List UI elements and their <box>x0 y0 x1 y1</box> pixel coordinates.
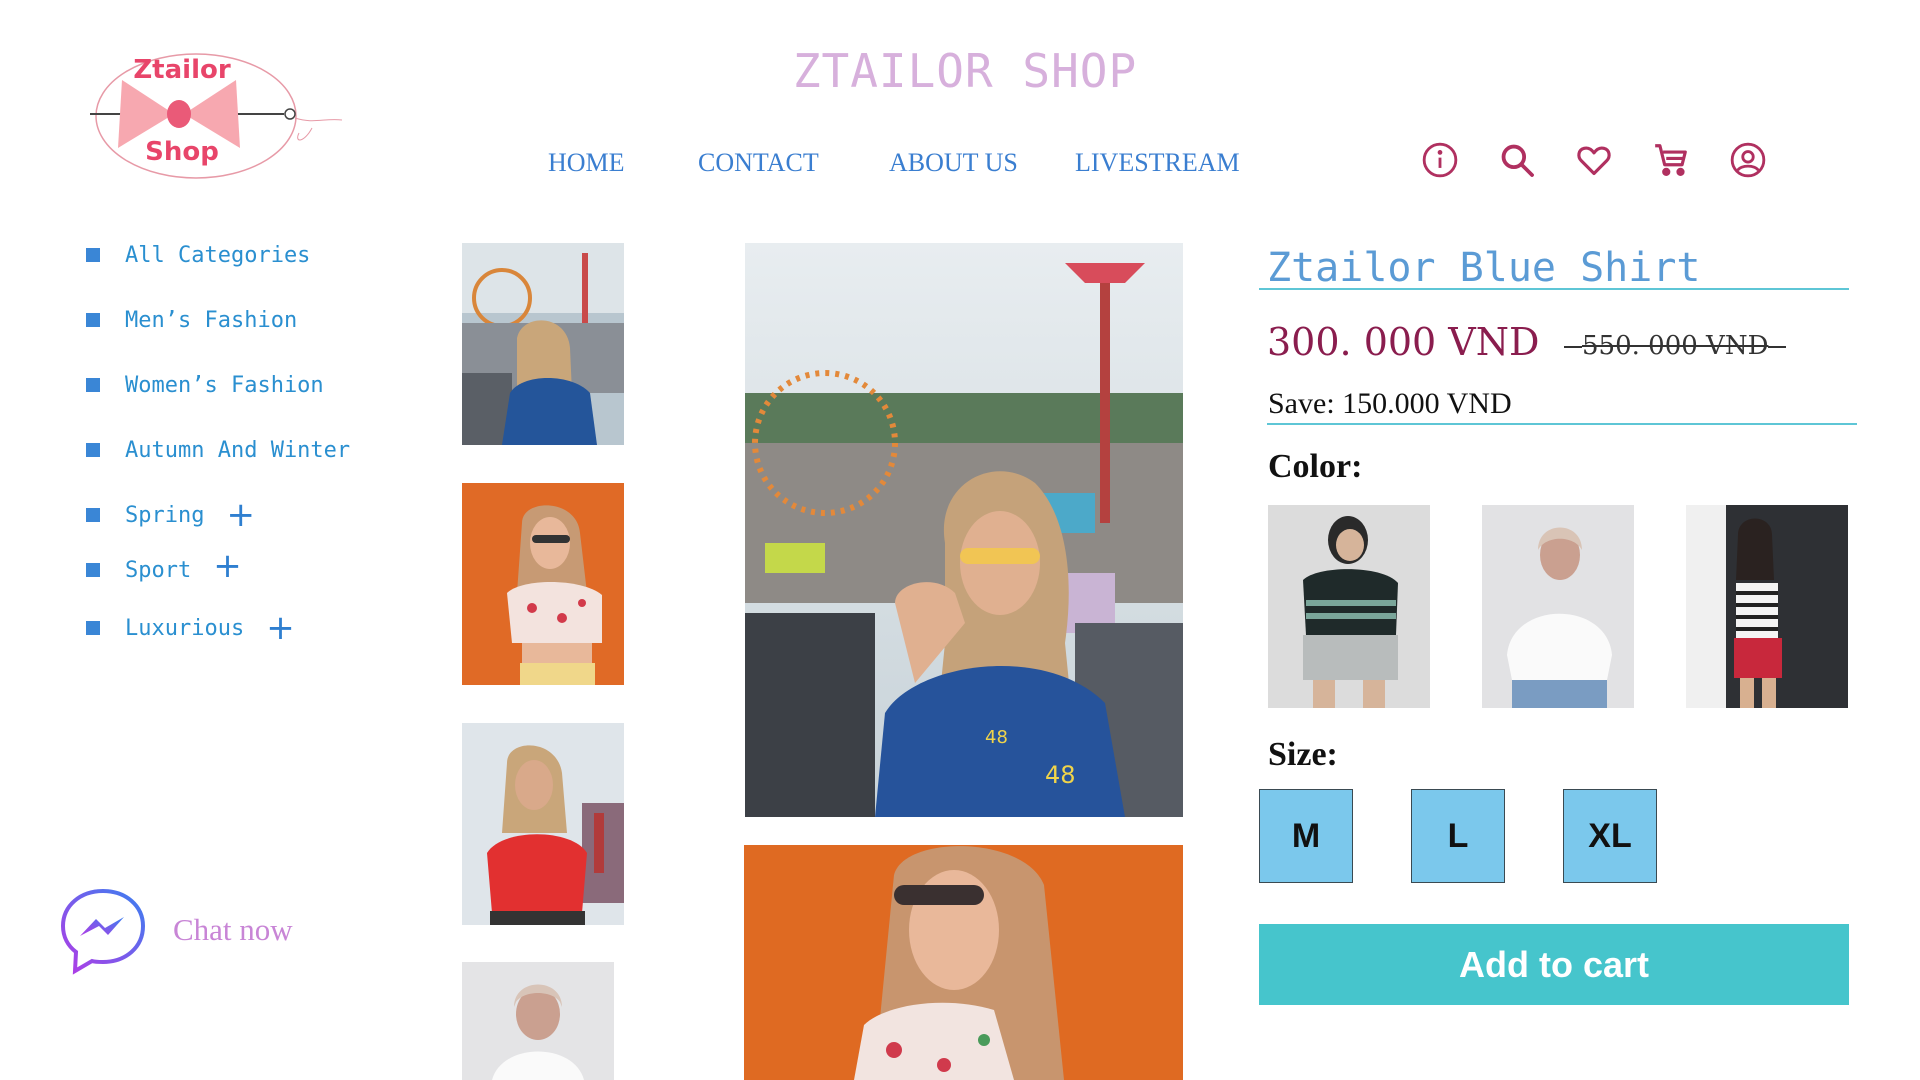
svg-text:48: 48 <box>985 727 1008 748</box>
heart-icon[interactable] <box>1575 141 1613 179</box>
main-photo-orange-floral-top <box>744 845 1183 1080</box>
original-price-text: 550. 000 VND <box>1582 331 1769 361</box>
thumbnail-red-top-fair[interactable] <box>462 723 624 925</box>
bullet-square <box>86 621 100 635</box>
expand-plus-icon[interactable]: + <box>226 498 255 532</box>
original-price: 550. 000 VND <box>1564 331 1786 361</box>
expand-plus-icon[interactable]: + <box>266 611 295 645</box>
category-all[interactable]: All Categories <box>86 240 310 270</box>
bullet-square <box>86 508 100 522</box>
add-to-cart-button[interactable]: Add to cart <box>1259 924 1849 1005</box>
nav-livestream[interactable]: LIVESTREAM <box>1075 148 1240 178</box>
size-button-l[interactable]: L <box>1411 789 1505 883</box>
size-label: Size: <box>1268 736 1338 773</box>
product-price: 300. 000 VND <box>1267 320 1540 364</box>
nav-home[interactable]: HOME <box>548 148 625 178</box>
category-mens-fashion[interactable]: Men’s Fashion <box>86 305 297 335</box>
category-label: Women’s Fashion <box>125 372 324 398</box>
category-label: Men’s Fashion <box>125 307 298 333</box>
category-label: Sport <box>125 557 192 583</box>
thumbnail-white-shirt-headscarf[interactable] <box>462 962 614 1080</box>
category-spring[interactable]: Spring + <box>86 498 255 532</box>
bullet-square <box>86 248 100 262</box>
category-label: All Categories <box>125 242 311 268</box>
savings-text: Save: 150.000 VND <box>1268 387 1512 420</box>
category-luxurious[interactable]: Luxurious + <box>86 611 295 645</box>
bullet-square <box>86 563 100 577</box>
category-label: Autumn And Winter <box>125 437 351 463</box>
cart-icon[interactable] <box>1652 141 1690 179</box>
category-womens-fashion[interactable]: Women’s Fashion <box>86 370 324 400</box>
search-icon[interactable] <box>1498 141 1536 179</box>
color-label: Color: <box>1268 448 1363 485</box>
thumbnail-amusement-park-blue-shirt[interactable] <box>462 243 624 445</box>
size-button-m[interactable]: M <box>1259 789 1353 883</box>
chat-now-link[interactable]: Chat now <box>173 912 293 948</box>
info-icon[interactable] <box>1421 141 1459 179</box>
bullet-square <box>86 378 100 392</box>
category-label: Luxurious <box>125 615 245 641</box>
svg-text:48: 48 <box>1045 761 1076 789</box>
messenger-icon[interactable] <box>58 885 148 977</box>
nav-contact[interactable]: CONTACT <box>698 148 819 178</box>
category-autumn-winter[interactable]: Autumn And Winter <box>86 435 350 465</box>
color-option-white[interactable] <box>1482 505 1634 708</box>
category-sport[interactable]: Sport + <box>86 549 242 585</box>
product-title: Ztailor Blue Shirt <box>1267 245 1701 291</box>
price-divider <box>1267 423 1857 425</box>
bullet-square <box>86 313 100 327</box>
page-title: ZTAILOR SHOP <box>792 44 1138 98</box>
bullet-square <box>86 443 100 457</box>
user-icon[interactable] <box>1729 141 1767 179</box>
main-photo-amusement-park-blue-shirt: 48 48 <box>745 243 1183 817</box>
size-button-xl[interactable]: XL <box>1563 789 1657 883</box>
category-label: Spring <box>125 502 205 528</box>
title-divider <box>1259 288 1849 290</box>
nav-about-us[interactable]: ABOUT US <box>889 148 1018 178</box>
logo-text-bottom: Shop <box>145 137 219 167</box>
thumbnail-orange-floral-top[interactable] <box>462 483 624 685</box>
color-option-striped-red[interactable] <box>1686 505 1848 708</box>
expand-plus-icon[interactable]: + <box>213 549 242 583</box>
color-option-dark-striped[interactable] <box>1268 505 1430 708</box>
